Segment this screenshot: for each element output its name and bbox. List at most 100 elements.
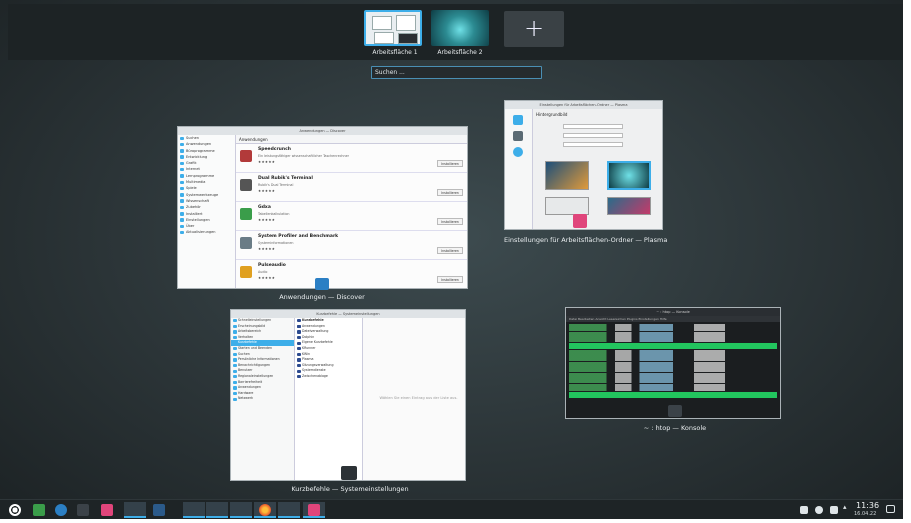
settings-category-list: Kurzbefehle Anwendungen Dateiverwaltung Do… <box>295 318 363 480</box>
install-button[interactable]: Installieren <box>437 160 463 167</box>
tray-expand-icon[interactable]: ▴ <box>843 503 847 511</box>
app-icon <box>240 150 252 162</box>
settings-icon[interactable] <box>101 504 113 516</box>
app-name: Speedcrunch <box>258 147 291 152</box>
add-desktop-button[interactable]: + <box>504 11 564 47</box>
plasma-main: Hintergrundbild <box>533 109 662 229</box>
discover-sidebar: Suchen Anwendungen Büroprogramme Entwicklun… <box>178 135 236 288</box>
task-firefox[interactable] <box>254 502 276 518</box>
desktop-2-icon[interactable] <box>153 504 165 516</box>
plasma-settings-icon <box>308 504 320 516</box>
desktop-overview: Arbeitsfläche 1 Arbeitsfläche 2 + Suchen… <box>0 0 911 523</box>
app-list-item[interactable]: Pulseaudio Audio ★★★★★ Installieren <box>236 260 467 288</box>
app-name: System Profiler and Benchmark <box>258 234 339 239</box>
taskbar: ▴ 11:36 16.04.22 <box>0 499 903 519</box>
window-system-settings[interactable]: Kurzbefehle — Systemeinstellungen Schnel… <box>230 309 466 481</box>
window-discover[interactable]: Anwendungen — Discover Suchen Anwendungen… <box>177 126 468 289</box>
window-title: Einstellungen für Arbeitsflächen-Ordner … <box>505 101 662 109</box>
clipboard-icon[interactable] <box>800 506 808 514</box>
task-plasma-settings[interactable] <box>303 502 325 518</box>
task-dolphin[interactable] <box>230 502 252 518</box>
task-konsole[interactable] <box>278 502 300 518</box>
app-description: Audio <box>258 270 268 274</box>
app-rating: ★★★★★ <box>258 189 276 193</box>
clock-time[interactable]: 11:36 <box>856 501 879 510</box>
clock-date[interactable]: 16.04.22 <box>854 511 876 517</box>
plasma-sidebar <box>505 109 533 229</box>
htop-output <box>566 322 780 398</box>
network-icon[interactable] <box>830 506 838 514</box>
wallpaper-icon <box>513 115 523 125</box>
virtual-desktop-bar: Arbeitsfläche 1 Arbeitsfläche 2 + <box>8 4 903 60</box>
wallpaper-thumb-2[interactable] <box>607 161 651 190</box>
htop-process-line <box>569 387 777 391</box>
position-select[interactable] <box>563 142 623 147</box>
app-list-item[interactable]: Gdxa Tabellenkalkulation ★★★★★ Installieren <box>236 202 467 231</box>
window-caption-settings: Kurzbefehle — Systemeinstellungen <box>291 485 409 493</box>
task-discover[interactable] <box>206 502 228 518</box>
search-input[interactable]: Suchen ... <box>371 66 542 79</box>
globe-icon[interactable] <box>55 504 67 516</box>
settings-placeholder-text: Wählen Sie einen Eintrag aus der Liste a… <box>379 396 458 400</box>
discover-sidebar-item[interactable]: Aktualisierungen <box>178 229 235 235</box>
app-description: Ein leistungsfähiger wissenschaftlicher … <box>258 154 349 158</box>
window-caption-plasma: Einstellungen für Arbeitsflächen-Ordner … <box>504 236 668 244</box>
wallpaper-thumb-3[interactable] <box>545 197 589 215</box>
install-button[interactable]: Installieren <box>437 189 463 196</box>
app-name: Dual Rubik's Terminal <box>258 176 313 181</box>
konsole-app-icon <box>668 405 682 417</box>
wallpaper-thumb-1[interactable] <box>545 161 589 190</box>
app-rating: ★★★★★ <box>258 160 276 164</box>
show-desktop-icon[interactable] <box>886 505 895 513</box>
desktop-1-thumbnail[interactable] <box>364 10 422 46</box>
application-launcher-icon[interactable] <box>9 504 21 516</box>
app-rating: ★★★★★ <box>258 276 276 280</box>
app-name: Pulseaudio <box>258 263 286 268</box>
volume-icon[interactable] <box>815 506 823 514</box>
mouse-icon <box>513 131 523 141</box>
wallpaper-thumb-4[interactable] <box>607 197 651 215</box>
window-konsole[interactable]: ~ : htop — Konsole Datei Bearbeiten Ansi… <box>565 307 781 419</box>
terminal-icon[interactable] <box>77 504 89 516</box>
app-description: Systeminformationen <box>258 241 294 245</box>
type-select[interactable] <box>563 133 623 138</box>
settings-app-icon <box>341 466 357 480</box>
discover-header: Anwendungen <box>236 135 467 144</box>
app-description: Rubik's Dual Terminal <box>258 183 294 187</box>
window-caption-konsole: ~ : htop — Konsole <box>643 424 707 432</box>
discover-app-icon <box>315 278 329 290</box>
htop-meter-line <box>569 339 777 343</box>
settings-sidebar-item[interactable]: Netzwerk <box>231 396 294 402</box>
task-systemsettings[interactable] <box>183 502 205 518</box>
window-title: ~ : htop — Konsole <box>566 308 780 316</box>
window-plasma-settings[interactable]: Einstellungen für Arbeitsflächen-Ordner … <box>504 100 663 230</box>
plasma-app-icon <box>573 214 587 228</box>
window-caption-discover: Anwendungen — Discover <box>279 293 365 301</box>
window-title: Anwendungen — Discover <box>178 127 467 135</box>
settings-sidebar: Schnelleinstellungen Erscheinungsbild Arbe… <box>231 318 295 480</box>
install-button[interactable]: Installieren <box>437 247 463 254</box>
install-button[interactable]: Installieren <box>437 218 463 225</box>
window-title: Kurzbefehle — Systemeinstellungen <box>231 310 465 318</box>
app-icon <box>240 179 252 191</box>
app-icon <box>240 266 252 278</box>
store-icon[interactable] <box>33 504 45 516</box>
install-button[interactable]: Installieren <box>437 276 463 283</box>
app-name: Gdxa <box>258 205 271 210</box>
firefox-icon <box>259 504 271 516</box>
app-list-item[interactable]: System Profiler and Benchmark Systeminfor… <box>236 231 467 260</box>
filter-icon <box>513 147 523 157</box>
layout-select[interactable] <box>563 124 623 129</box>
app-rating: ★★★★★ <box>258 247 276 251</box>
app-icon <box>240 208 252 220</box>
discover-app-list: Speedcrunch Ein leistungsfähiger wissensc… <box>236 144 467 288</box>
shortcut-category-item[interactable]: Zwischenablage <box>295 374 362 380</box>
settings-detail-pane: Wählen Sie einen Eintrag aus der Liste a… <box>363 318 465 480</box>
app-list-item[interactable]: Speedcrunch Ein leistungsfähiger wissensc… <box>236 144 467 173</box>
app-description: Tabellenkalkulation <box>258 212 290 216</box>
desktop-2-label: Arbeitsfläche 2 <box>437 49 483 56</box>
desktop-2-thumbnail[interactable] <box>431 10 489 46</box>
plasma-heading: Hintergrundbild <box>536 112 568 117</box>
app-list-item[interactable]: Dual Rubik's Terminal Rubik's Dual Termin… <box>236 173 467 202</box>
task-desktop-1[interactable] <box>124 502 146 518</box>
